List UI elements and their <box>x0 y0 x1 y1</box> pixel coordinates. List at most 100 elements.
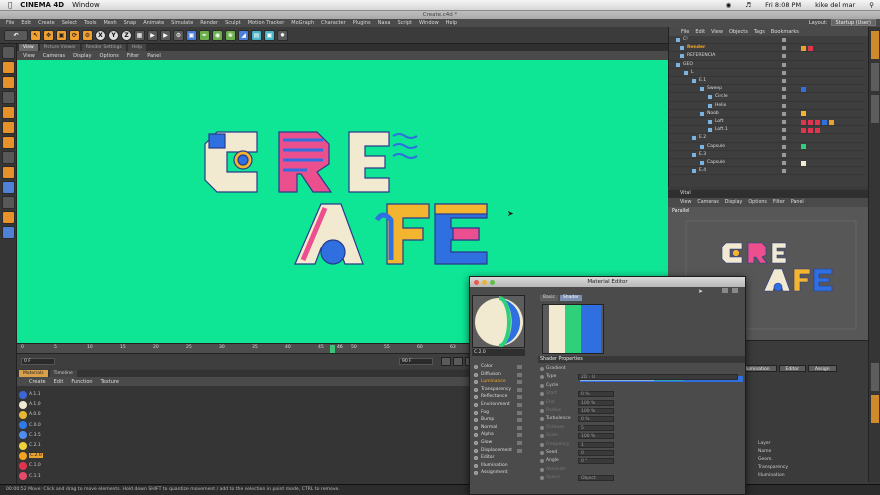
menu-simulate[interactable]: Simulate <box>171 20 193 26</box>
menu-motion-tracker[interactable]: Motion Tracker <box>248 20 285 26</box>
object-row[interactable]: Sweep <box>669 85 865 94</box>
channel-options-icon[interactable] <box>517 372 522 377</box>
shader-tab-shader[interactable]: Shader <box>559 295 582 301</box>
menu-mesh[interactable]: Mesh <box>103 20 116 26</box>
cube-icon[interactable]: ▣ <box>186 29 197 41</box>
viewport-menu-panel[interactable]: Panel <box>147 53 161 59</box>
channel-checkbox[interactable] <box>474 395 478 400</box>
structure-side-tab[interactable] <box>871 95 879 123</box>
material-swatch[interactable]: C.2.0 <box>19 451 45 460</box>
camera-icon[interactable]: ▣ <box>264 29 275 41</box>
menu-naxa[interactable]: Naxa <box>378 20 391 26</box>
object-tag-icon[interactable] <box>822 119 827 125</box>
channel-transparency[interactable]: Transparency <box>472 386 523 394</box>
edges-mode-icon[interactable] <box>2 121 15 134</box>
viewport2-menu-panel[interactable]: Panel <box>791 200 804 205</box>
object-row[interactable]: Helix <box>669 102 865 110</box>
viewport-tab-help[interactable]: Help <box>127 44 147 51</box>
viewport-menu-filter[interactable]: Filter <box>127 53 139 59</box>
channel-options-icon[interactable] <box>517 448 522 453</box>
visibility-toggle[interactable] <box>782 87 786 92</box>
menu-select[interactable]: Select <box>62 20 77 26</box>
material-swatch[interactable]: C.3.5 <box>19 431 45 440</box>
volume-icon[interactable]: ♬ <box>745 1 751 9</box>
prop-value-field[interactable]: 0 ° <box>578 458 614 465</box>
model-mode-icon[interactable] <box>2 61 15 74</box>
prop-value-field[interactable]: 0 % <box>578 391 614 398</box>
shader-prop-seed[interactable]: Seed 0 <box>538 449 745 457</box>
channel-checkbox[interactable] <box>474 433 478 438</box>
play-backwards-icon[interactable] <box>453 357 463 366</box>
shader-prop-turbulence[interactable]: Turbulence 0 % <box>538 415 745 423</box>
object-tag-icon[interactable] <box>808 119 813 125</box>
object-tag-icon[interactable] <box>801 127 806 133</box>
array-icon[interactable]: ❀ <box>225 29 236 41</box>
visibility-toggle[interactable] <box>782 136 786 141</box>
object-tag-icon[interactable] <box>808 127 813 133</box>
start-frame-field[interactable]: 0 F <box>21 358 55 365</box>
menu-help[interactable]: Help <box>446 20 457 26</box>
channel-normal[interactable]: Normal <box>472 424 523 432</box>
apple-icon[interactable]:  <box>8 1 12 9</box>
visibility-toggle[interactable] <box>782 111 786 116</box>
visibility-toggle[interactable] <box>782 62 786 67</box>
channel-options-icon[interactable] <box>517 425 522 430</box>
prop-value-field[interactable]: 100 % <box>578 433 614 440</box>
shader-prop-octaves[interactable]: Octaves 5 <box>538 424 745 432</box>
render-view-icon[interactable]: ▶ <box>147 29 158 41</box>
texture-mode-icon[interactable] <box>2 76 15 89</box>
object-row[interactable]: E.3 <box>669 151 865 159</box>
layers-side-tab[interactable] <box>871 363 879 391</box>
layout-value[interactable]: Startup (User) <box>830 19 876 26</box>
window-menu[interactable]: Window <box>72 1 100 9</box>
channel-editor[interactable]: Editor <box>472 454 523 462</box>
channel-assignment[interactable]: Assignment <box>472 469 523 477</box>
scale-icon[interactable]: ▣ <box>56 29 67 41</box>
material-name[interactable]: C.2.0 <box>472 349 525 356</box>
channel-displacement[interactable]: Displacement <box>472 447 523 455</box>
visibility-toggle[interactable] <box>782 54 786 59</box>
object-row[interactable]: L <box>669 69 865 77</box>
object-row[interactable]: GEO <box>669 61 865 69</box>
render-settings-icon[interactable]: ⚙ <box>173 29 184 41</box>
object-row[interactable]: E.1 <box>669 77 865 86</box>
deformer-icon[interactable]: ◢ <box>238 29 249 41</box>
layout-selector[interactable]: Layout: Startup (User) <box>809 19 876 26</box>
material-swatch[interactable]: A.1.1 <box>19 390 45 399</box>
go-to-start-icon[interactable] <box>441 357 451 366</box>
subdivision-icon[interactable]: ◉ <box>212 29 223 41</box>
object-row[interactable]: E.2 <box>669 134 865 143</box>
clock[interactable]: Fri 8:08 PM <box>765 1 801 9</box>
menu-plugins[interactable]: Plugins <box>353 20 371 26</box>
visibility-toggle[interactable] <box>782 46 786 51</box>
zoom-button[interactable] <box>490 279 495 285</box>
shader-prop-gradient[interactable]: Gradient <box>538 365 745 373</box>
wifi-icon[interactable]: ◉ <box>726 1 732 9</box>
menu-window[interactable]: Window <box>419 20 439 26</box>
menu-character[interactable]: Character <box>321 20 346 26</box>
viewport-tab-view[interactable]: View <box>19 44 38 51</box>
object-menu-edit[interactable]: Edit <box>695 29 705 35</box>
object-row[interactable]: Loft.1 <box>669 126 865 135</box>
shader-prop-frequency[interactable]: Frequency 1 <box>538 441 745 449</box>
make-editable-icon[interactable] <box>2 46 15 59</box>
channel-checkbox[interactable] <box>474 448 478 453</box>
visibility-toggle[interactable] <box>782 152 786 157</box>
editor-pin-icon[interactable] <box>732 288 738 293</box>
channel-alpha[interactable]: Alpha <box>472 431 523 439</box>
playhead[interactable] <box>330 345 335 353</box>
shader-prop-angle[interactable]: Angle 0 ° <box>538 457 745 465</box>
visibility-toggle[interactable] <box>782 95 786 100</box>
object-tag-icon[interactable] <box>801 45 806 51</box>
object-tag-icon[interactable] <box>801 119 806 125</box>
shader-prop-scale[interactable]: Scale 100 % <box>538 432 745 440</box>
coordinate-system-icon[interactable]: ▦ <box>134 29 145 41</box>
channel-luminance[interactable]: Luminance <box>472 378 523 386</box>
channel-options-icon[interactable] <box>517 418 522 423</box>
live-select-icon[interactable]: ↖ <box>30 29 41 41</box>
channel-checkbox[interactable] <box>474 372 478 377</box>
polygons-mode-icon[interactable] <box>2 136 15 149</box>
shader-prop-radius[interactable]: Radius 100 % <box>538 407 745 415</box>
shader-tab-basic[interactable]: Basic <box>540 295 558 301</box>
object-row[interactable]: Noob <box>669 110 865 118</box>
